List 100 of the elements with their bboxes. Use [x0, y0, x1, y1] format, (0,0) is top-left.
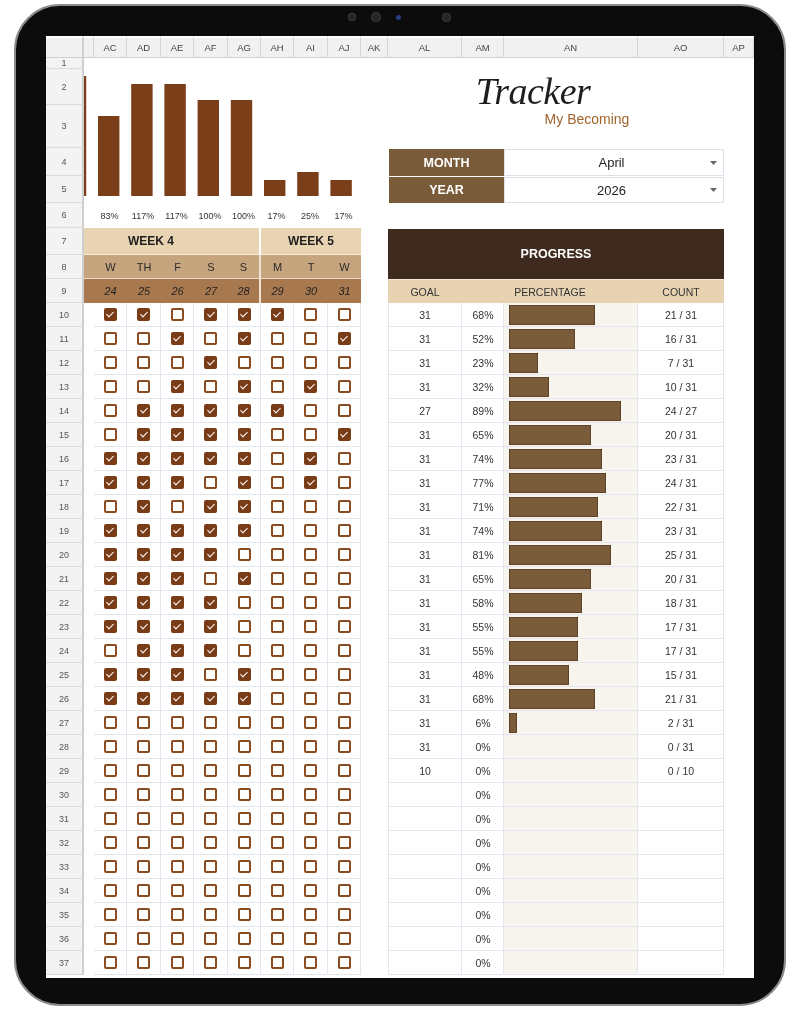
checkbox[interactable] — [204, 380, 217, 393]
row-number[interactable]: 7 — [46, 228, 84, 255]
checkbox[interactable] — [103, 500, 117, 513]
checkbox[interactable] — [270, 716, 284, 729]
checkbox[interactable] — [237, 884, 251, 897]
checkbox[interactable] — [304, 716, 317, 729]
row-number[interactable]: 21 — [46, 567, 84, 591]
row-number[interactable]: 27 — [46, 711, 84, 735]
checkbox[interactable] — [204, 908, 217, 921]
checkbox[interactable] — [237, 428, 251, 441]
checkbox[interactable] — [137, 356, 150, 369]
checkbox[interactable] — [137, 452, 150, 465]
checkbox[interactable] — [103, 404, 117, 417]
checkbox[interactable] — [237, 716, 251, 729]
row-number[interactable]: 22 — [46, 591, 84, 615]
checkbox[interactable] — [337, 956, 351, 969]
checkbox[interactable] — [304, 452, 317, 465]
checkbox[interactable] — [204, 404, 217, 417]
checkbox[interactable] — [103, 740, 117, 753]
checkbox[interactable] — [237, 452, 251, 465]
row-number[interactable]: 11 — [46, 327, 84, 351]
checkbox[interactable] — [137, 500, 150, 513]
row-number[interactable]: 30 — [46, 783, 84, 807]
row-number[interactable]: 1 — [46, 58, 84, 69]
checkbox[interactable] — [170, 332, 184, 345]
checkbox[interactable] — [337, 764, 351, 777]
checkbox[interactable] — [270, 548, 284, 561]
column-header[interactable]: AJ — [328, 36, 361, 58]
checkbox[interactable] — [137, 788, 150, 801]
checkbox[interactable] — [337, 476, 351, 489]
checkbox[interactable] — [304, 956, 317, 969]
checkbox[interactable] — [237, 836, 251, 849]
checkbox[interactable] — [170, 500, 184, 513]
checkbox[interactable] — [103, 644, 117, 657]
row-number[interactable]: 32 — [46, 831, 84, 855]
checkbox[interactable] — [103, 452, 117, 465]
row-number[interactable]: 8 — [46, 255, 84, 279]
checkbox[interactable] — [304, 692, 317, 705]
dropdown[interactable]: April — [504, 149, 724, 176]
checkbox[interactable] — [137, 596, 150, 609]
checkbox[interactable] — [337, 644, 351, 657]
checkbox[interactable] — [337, 596, 351, 609]
checkbox[interactable] — [137, 860, 150, 873]
checkbox[interactable] — [170, 596, 184, 609]
checkbox[interactable] — [304, 668, 317, 681]
checkbox[interactable] — [337, 380, 351, 393]
checkbox[interactable] — [270, 356, 284, 369]
checkbox[interactable] — [170, 740, 184, 753]
checkbox[interactable] — [103, 380, 117, 393]
checkbox[interactable] — [137, 332, 150, 345]
checkbox[interactable] — [337, 572, 351, 585]
checkbox[interactable] — [170, 812, 184, 825]
checkbox[interactable] — [137, 716, 150, 729]
checkbox[interactable] — [204, 308, 217, 321]
checkbox[interactable] — [304, 740, 317, 753]
column-header[interactable]: AN — [504, 36, 638, 58]
checkbox[interactable] — [337, 428, 351, 441]
column-header[interactable]: AC — [94, 36, 127, 58]
checkbox[interactable] — [304, 764, 317, 777]
checkbox[interactable] — [103, 620, 117, 633]
checkbox[interactable] — [137, 884, 150, 897]
checkbox[interactable] — [337, 908, 351, 921]
checkbox[interactable] — [204, 932, 217, 945]
row-number[interactable]: 29 — [46, 759, 84, 783]
checkbox[interactable] — [204, 356, 217, 369]
row-number[interactable]: 36 — [46, 927, 84, 951]
checkbox[interactable] — [137, 836, 150, 849]
checkbox[interactable] — [137, 404, 150, 417]
column-header[interactable]: AG — [228, 36, 261, 58]
checkbox[interactable] — [237, 500, 251, 513]
checkbox[interactable] — [270, 428, 284, 441]
checkbox[interactable] — [270, 572, 284, 585]
checkbox[interactable] — [103, 332, 117, 345]
column-header[interactable]: AP — [724, 36, 754, 58]
checkbox[interactable] — [170, 572, 184, 585]
checkbox[interactable] — [304, 860, 317, 873]
checkbox[interactable] — [170, 788, 184, 801]
checkbox[interactable] — [270, 476, 284, 489]
checkbox[interactable] — [304, 428, 317, 441]
checkbox[interactable] — [204, 332, 217, 345]
checkbox[interactable] — [204, 956, 217, 969]
checkbox[interactable] — [170, 428, 184, 441]
checkbox[interactable] — [304, 908, 317, 921]
checkbox[interactable] — [103, 932, 117, 945]
checkbox[interactable] — [237, 692, 251, 705]
row-number[interactable]: 18 — [46, 495, 84, 519]
checkbox[interactable] — [170, 380, 184, 393]
checkbox[interactable] — [137, 740, 150, 753]
checkbox[interactable] — [137, 908, 150, 921]
checkbox[interactable] — [304, 812, 317, 825]
checkbox[interactable] — [337, 668, 351, 681]
checkbox[interactable] — [204, 788, 217, 801]
column-header[interactable]: AH — [261, 36, 294, 58]
checkbox[interactable] — [337, 356, 351, 369]
checkbox[interactable] — [204, 764, 217, 777]
checkbox[interactable] — [337, 452, 351, 465]
row-number[interactable]: 15 — [46, 423, 84, 447]
row-number[interactable]: 24 — [46, 639, 84, 663]
checkbox[interactable] — [337, 620, 351, 633]
checkbox[interactable] — [237, 956, 251, 969]
